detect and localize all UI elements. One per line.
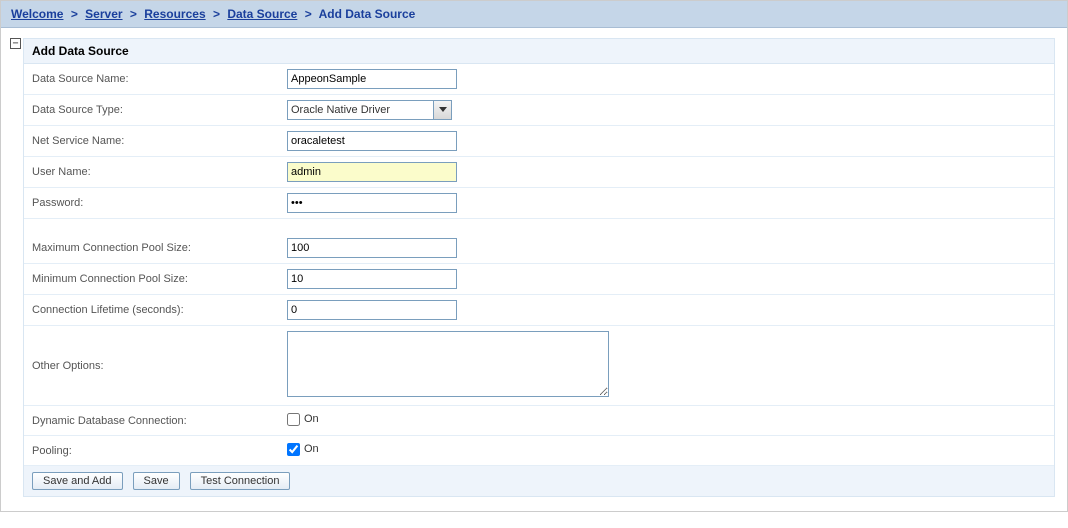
checkbox-pooling[interactable] bbox=[287, 443, 300, 456]
row-user-name: User Name: bbox=[24, 157, 1054, 188]
save-button[interactable]: Save bbox=[133, 472, 180, 490]
input-net-service-name[interactable] bbox=[287, 131, 457, 151]
row-net-service-name: Net Service Name: bbox=[24, 126, 1054, 157]
checkbox-pooling-label: On bbox=[304, 443, 319, 455]
row-min-pool: Minimum Connection Pool Size: bbox=[24, 264, 1054, 295]
input-min-pool[interactable] bbox=[287, 269, 457, 289]
label-pooling: Pooling: bbox=[32, 445, 287, 457]
checkbox-dynamic-db-label: On bbox=[304, 413, 319, 425]
breadcrumb-resources[interactable]: Resources bbox=[144, 7, 205, 21]
select-data-source-type-value: Oracle Native Driver bbox=[288, 101, 433, 119]
breadcrumb-current: Add Data Source bbox=[319, 7, 416, 21]
row-pooling: Pooling: On bbox=[24, 436, 1054, 466]
breadcrumb-data-source[interactable]: Data Source bbox=[227, 7, 297, 21]
input-max-pool[interactable] bbox=[287, 238, 457, 258]
textarea-other-options[interactable] bbox=[287, 331, 609, 397]
input-data-source-name[interactable] bbox=[287, 69, 457, 89]
input-user-name[interactable] bbox=[287, 162, 457, 182]
row-data-source-type: Data Source Type: Oracle Native Driver bbox=[24, 95, 1054, 126]
collapse-toggle-icon[interactable]: − bbox=[10, 38, 21, 49]
row-dynamic-db: Dynamic Database Connection: On bbox=[24, 406, 1054, 436]
breadcrumb-separator: > bbox=[213, 7, 220, 21]
row-other-options: Other Options: bbox=[24, 326, 1054, 406]
add-data-source-panel: − Add Data Source Data Source Name: Data… bbox=[23, 38, 1055, 497]
breadcrumb-separator: > bbox=[130, 7, 137, 21]
section-gap bbox=[24, 219, 1054, 233]
row-password: Password: bbox=[24, 188, 1054, 219]
page: Welcome > Server > Resources > Data Sour… bbox=[0, 0, 1068, 512]
save-and-add-button[interactable]: Save and Add bbox=[32, 472, 123, 490]
label-max-pool: Maximum Connection Pool Size: bbox=[32, 242, 287, 254]
label-data-source-type: Data Source Type: bbox=[32, 104, 287, 116]
label-dynamic-db: Dynamic Database Connection: bbox=[32, 415, 287, 427]
input-conn-lifetime[interactable] bbox=[287, 300, 457, 320]
row-max-pool: Maximum Connection Pool Size: bbox=[24, 233, 1054, 264]
row-data-source-name: Data Source Name: bbox=[24, 64, 1054, 95]
label-data-source-name: Data Source Name: bbox=[32, 73, 287, 85]
label-password: Password: bbox=[32, 197, 287, 209]
label-net-service-name: Net Service Name: bbox=[32, 135, 287, 147]
panel-title: Add Data Source bbox=[24, 39, 1054, 64]
breadcrumb: Welcome > Server > Resources > Data Sour… bbox=[1, 1, 1067, 28]
test-connection-button[interactable]: Test Connection bbox=[190, 472, 291, 490]
checkbox-dynamic-db[interactable] bbox=[287, 413, 300, 426]
label-user-name: User Name: bbox=[32, 166, 287, 178]
input-password[interactable] bbox=[287, 193, 457, 213]
label-min-pool: Minimum Connection Pool Size: bbox=[32, 273, 287, 285]
select-data-source-type[interactable]: Oracle Native Driver bbox=[287, 100, 452, 120]
breadcrumb-welcome[interactable]: Welcome bbox=[11, 7, 63, 21]
label-conn-lifetime: Connection Lifetime (seconds): bbox=[32, 304, 287, 316]
breadcrumb-separator: > bbox=[71, 7, 78, 21]
content: − Add Data Source Data Source Name: Data… bbox=[1, 28, 1067, 511]
label-other-options: Other Options: bbox=[32, 360, 287, 372]
breadcrumb-server[interactable]: Server bbox=[85, 7, 122, 21]
action-bar: Save and Add Save Test Connection bbox=[24, 466, 1054, 496]
chevron-down-icon[interactable] bbox=[433, 101, 451, 119]
row-conn-lifetime: Connection Lifetime (seconds): bbox=[24, 295, 1054, 326]
breadcrumb-separator: > bbox=[305, 7, 312, 21]
